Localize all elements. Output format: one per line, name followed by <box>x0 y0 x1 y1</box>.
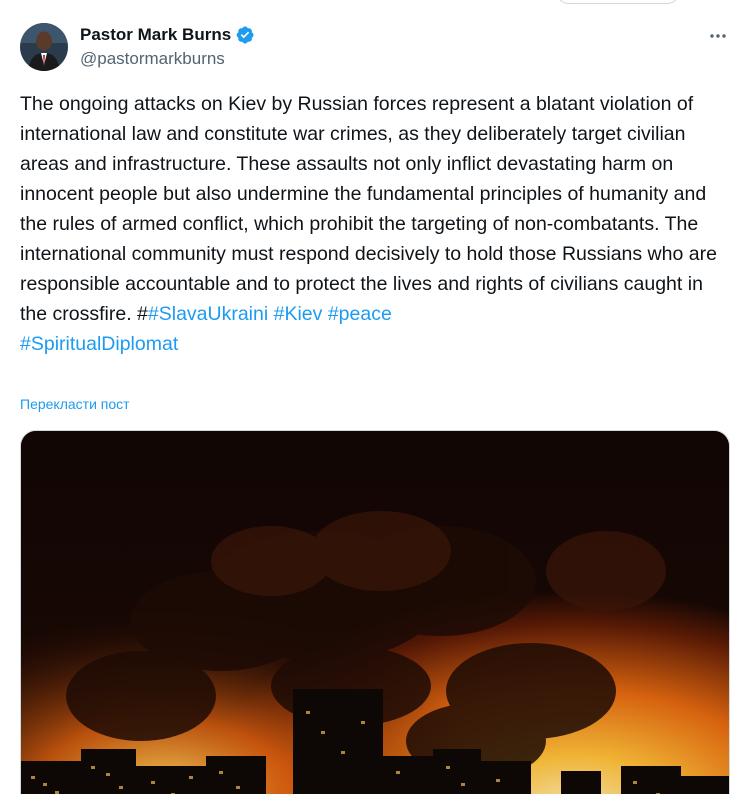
author-name[interactable]: Pastor Mark Burns <box>80 24 231 46</box>
top-button-partial[interactable] <box>556 0 680 4</box>
hashtag-spiritualdiplomat[interactable]: #SpiritualDiplomat <box>20 333 178 355</box>
avatar[interactable] <box>20 23 68 71</box>
translate-post-link[interactable]: Перекласти пост <box>20 395 130 413</box>
author-handle[interactable]: @pastormarkburns <box>80 48 255 70</box>
tweet-header: Pastor Mark Burns @pastormarkburns <box>20 22 732 72</box>
verified-badge-icon[interactable] <box>235 25 255 45</box>
hashtag-slavaukraini[interactable]: #SlavaUkraini <box>148 303 268 325</box>
more-options-icon[interactable] <box>704 24 732 48</box>
tweet-text: The ongoing attacks on Kiev by Russian f… <box>20 89 732 359</box>
tweet-body: The ongoing attacks on Kiev by Russian f… <box>20 93 717 325</box>
author-name-row: Pastor Mark Burns <box>80 24 255 46</box>
hashtag-peace[interactable]: #peace <box>328 303 392 325</box>
tweet-image[interactable] <box>20 430 730 794</box>
tweet-page: Pastor Mark Burns @pastormarkburns The o… <box>0 0 750 794</box>
hashtag-kiev[interactable]: #Kiev <box>274 303 323 325</box>
author-block: Pastor Mark Burns @pastormarkburns <box>80 24 255 70</box>
